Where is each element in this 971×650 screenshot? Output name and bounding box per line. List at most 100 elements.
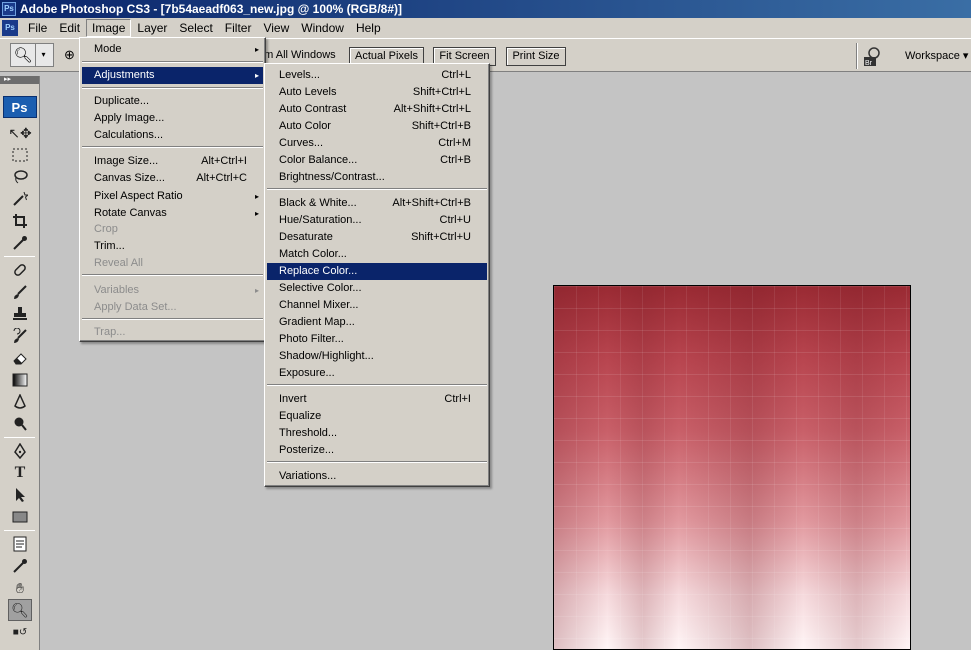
menu-item-desaturate[interactable]: Desaturate Shift+Ctrl+U bbox=[267, 229, 487, 246]
zoom-in-icon[interactable]: ⊕ bbox=[64, 47, 75, 63]
lasso-tool-icon[interactable] bbox=[0, 166, 40, 188]
menu-item-auto-levels[interactable]: Auto Levels Shift+Ctrl+L bbox=[267, 84, 487, 101]
menu-item-brightness-contrast[interactable]: Brightness/Contrast... bbox=[267, 169, 487, 186]
menu-item-channel-mixer[interactable]: Channel Mixer... bbox=[267, 297, 487, 314]
color-swatches-icon[interactable]: ■↺ bbox=[0, 621, 40, 643]
move-tool-icon[interactable]: ↖︎✥ bbox=[0, 122, 40, 144]
menu-item-reveal-all: Reveal All bbox=[94, 257, 143, 269]
zoom-tool-selected-icon[interactable]: 🔍︎ bbox=[8, 599, 32, 621]
magic-wand-tool-icon[interactable] bbox=[0, 188, 40, 210]
workspace-dropdown[interactable]: Workspace ▾ bbox=[905, 49, 968, 62]
adjustments-submenu: Levels... Ctrl+L Auto Levels Shift+Ctrl+L … bbox=[264, 63, 490, 487]
menu-item-auto-contrast[interactable]: Auto Contrast Alt+Shift+Ctrl+L bbox=[267, 101, 487, 118]
path-selection-tool-icon[interactable] bbox=[0, 484, 40, 506]
healing-brush-tool-icon[interactable] bbox=[0, 259, 40, 281]
menu-separator bbox=[82, 274, 263, 276]
history-brush-tool-icon[interactable] bbox=[0, 325, 40, 347]
menu-separator bbox=[267, 384, 487, 386]
menu-item-curves[interactable]: Curves... Ctrl+M bbox=[267, 135, 487, 152]
chevron-right-icon: ▸ bbox=[254, 209, 259, 218]
hand-tool-icon[interactable]: ✋︎ bbox=[0, 577, 40, 599]
menu-item-auto-color[interactable]: Auto Color Shift+Ctrl+B bbox=[267, 118, 487, 135]
toolbox: ▸▸ Ps ↖︎✥ T ✋︎ 🔍︎ ■↺ bbox=[0, 76, 40, 650]
chevron-down-icon: ▾ bbox=[35, 44, 51, 66]
brush-tool-icon[interactable] bbox=[0, 281, 40, 303]
chevron-right-icon: ▸ bbox=[254, 71, 259, 80]
eraser-tool-icon[interactable] bbox=[0, 347, 40, 369]
photoshop-logo[interactable]: Ps bbox=[2, 96, 37, 118]
menu-item-trap: Trap... bbox=[94, 326, 126, 338]
menu-item-black-white[interactable]: Black & White... Alt+Shift+Ctrl+B bbox=[267, 195, 487, 212]
notes-tool-icon[interactable] bbox=[0, 533, 40, 555]
crop-tool-icon[interactable] bbox=[0, 210, 40, 232]
menu-item-image-size[interactable]: Image Size... Alt+Ctrl+I bbox=[82, 153, 263, 170]
document-icon[interactable]: Ps bbox=[2, 20, 18, 36]
menu-item-selective-color[interactable]: Selective Color... bbox=[267, 280, 487, 297]
menu-view[interactable]: View bbox=[257, 19, 295, 37]
menu-edit[interactable]: Edit bbox=[53, 19, 86, 37]
menu-bar: Ps File Edit Image Layer Select Filter V… bbox=[0, 18, 971, 38]
menu-item-hue-saturation[interactable]: Hue/Saturation... Ctrl+U bbox=[267, 212, 487, 229]
menu-item-rotate-canvas[interactable]: Rotate Canvas ▸ bbox=[82, 205, 263, 222]
menu-item-adjustments[interactable]: Adjustments ▸ bbox=[82, 67, 263, 84]
menu-item-crop: Crop bbox=[94, 223, 118, 235]
menu-layer[interactable]: Layer bbox=[131, 19, 173, 37]
menu-item-threshold[interactable]: Threshold... bbox=[267, 425, 487, 442]
menu-item-duplicate[interactable]: Duplicate... bbox=[82, 93, 263, 110]
menu-item-pixel-aspect-ratio[interactable]: Pixel Aspect Ratio ▸ bbox=[82, 188, 263, 205]
toolbox-divider bbox=[4, 437, 35, 438]
eyedropper-sample-tool-icon[interactable] bbox=[0, 555, 40, 577]
menu-item-photo-filter[interactable]: Photo Filter... bbox=[267, 331, 487, 348]
eyedropper-tool-icon[interactable] bbox=[0, 232, 40, 254]
menu-separator bbox=[82, 318, 263, 320]
menu-item-apply-image[interactable]: Apply Image... bbox=[82, 110, 263, 127]
bridge-icon[interactable]: Br bbox=[862, 45, 886, 67]
menu-item-variations[interactable]: Variations... bbox=[267, 468, 487, 485]
svg-text:Br: Br bbox=[865, 60, 873, 67]
zoom-all-windows-checkbox-label[interactable]: om All Windows bbox=[258, 49, 336, 61]
menu-item-exposure[interactable]: Exposure... bbox=[267, 365, 487, 382]
menu-help[interactable]: Help bbox=[350, 19, 387, 37]
options-divider bbox=[856, 43, 858, 69]
photoshop-app-icon: Ps bbox=[2, 2, 16, 16]
menu-separator bbox=[82, 146, 263, 148]
menu-window[interactable]: Window bbox=[295, 19, 350, 37]
menu-item-apply-data-set: Apply Data Set... bbox=[94, 301, 177, 313]
menu-file[interactable]: File bbox=[22, 19, 53, 37]
chevron-right-icon: ▸ bbox=[254, 286, 259, 295]
menu-item-levels[interactable]: Levels... Ctrl+L bbox=[267, 67, 487, 84]
toolbox-grip[interactable]: ▸▸ bbox=[0, 76, 39, 84]
menu-image[interactable]: Image bbox=[86, 19, 132, 37]
menu-filter[interactable]: Filter bbox=[219, 19, 258, 37]
menu-separator bbox=[82, 61, 263, 63]
gradient-tool-icon[interactable] bbox=[0, 369, 40, 391]
menu-item-canvas-size[interactable]: Canvas Size... Alt+Ctrl+C bbox=[82, 170, 263, 187]
menu-select[interactable]: Select bbox=[173, 19, 218, 37]
document-canvas-image[interactable] bbox=[553, 285, 911, 650]
title-bar: Ps Adobe Photoshop CS3 - [7b54aeadf063_n… bbox=[0, 0, 971, 18]
marquee-tool-icon[interactable] bbox=[0, 144, 40, 166]
tool-preset-picker[interactable]: 🔍︎ ▾ bbox=[10, 43, 54, 67]
menu-item-variables: Variables ▸ bbox=[82, 282, 263, 299]
menu-item-posterize[interactable]: Posterize... bbox=[267, 442, 487, 459]
menu-item-calculations[interactable]: Calculations... bbox=[82, 127, 263, 144]
blur-tool-icon[interactable] bbox=[0, 391, 40, 413]
menu-item-mode[interactable]: Mode ▸ bbox=[82, 41, 263, 58]
rectangle-tool-icon[interactable] bbox=[0, 506, 40, 528]
image-menu: Mode ▸ Adjustments ▸ Duplicate... Apply Im… bbox=[79, 37, 266, 342]
type-tool-icon[interactable]: T bbox=[0, 462, 40, 484]
menu-separator bbox=[267, 461, 487, 463]
print-size-button[interactable]: Print Size bbox=[506, 47, 566, 66]
menu-item-color-balance[interactable]: Color Balance... Ctrl+B bbox=[267, 152, 487, 169]
menu-item-shadow-highlight[interactable]: Shadow/Highlight... bbox=[267, 348, 487, 365]
menu-item-trim[interactable]: Trim... bbox=[82, 238, 263, 255]
dodge-tool-icon[interactable] bbox=[0, 413, 40, 435]
menu-item-equalize[interactable]: Equalize bbox=[267, 408, 487, 425]
menu-item-gradient-map[interactable]: Gradient Map... bbox=[267, 314, 487, 331]
menu-item-invert[interactable]: Invert Ctrl+I bbox=[267, 391, 487, 408]
menu-separator bbox=[82, 87, 263, 89]
clone-stamp-tool-icon[interactable] bbox=[0, 303, 40, 325]
pen-tool-icon[interactable] bbox=[0, 440, 40, 462]
menu-item-replace-color[interactable]: Replace Color... bbox=[267, 263, 487, 280]
menu-item-match-color[interactable]: Match Color... bbox=[267, 246, 487, 263]
